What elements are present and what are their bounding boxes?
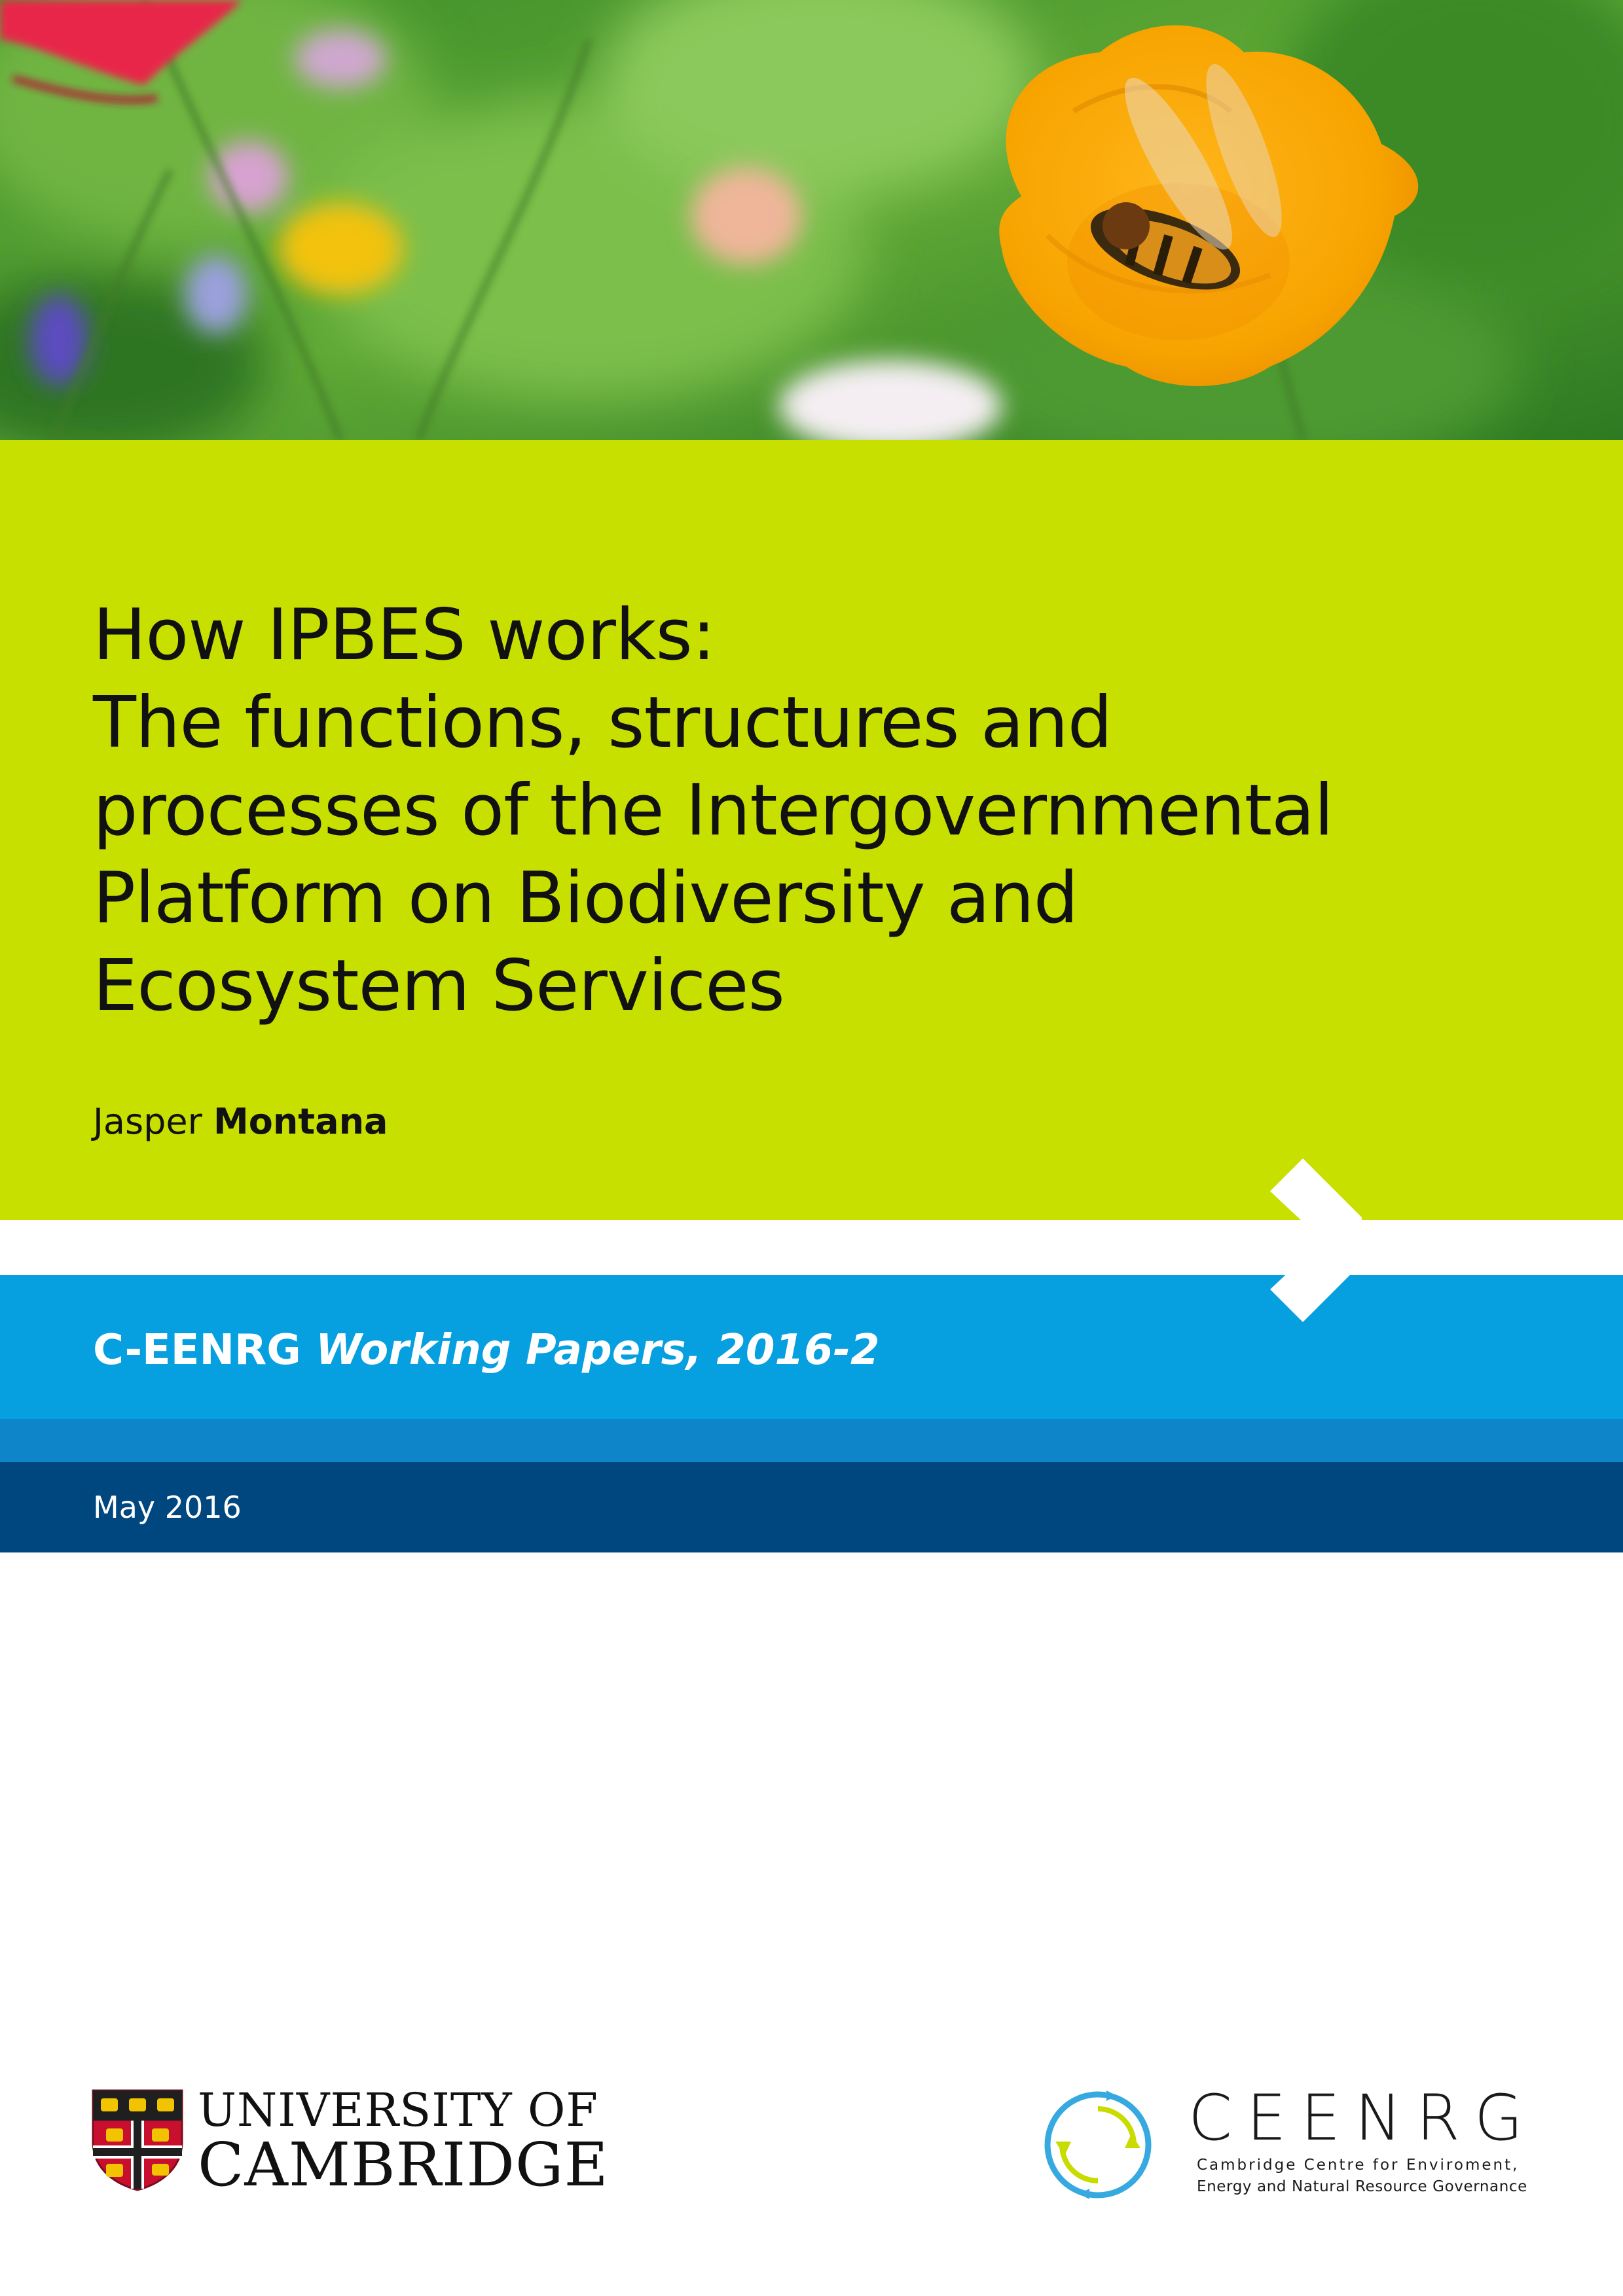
university-of-cambridge-logo: UNIVERSITY OF CAMBRIDGE xyxy=(92,2085,609,2197)
series-name: Working Papers, 2016-2 xyxy=(316,1326,880,1374)
university-name-line2: CAMBRIDGE xyxy=(198,2130,609,2200)
title-band: How IPBES works: The functions, structur… xyxy=(0,440,1623,1220)
university-name-line1: UNIVERSITY OF xyxy=(198,2083,598,2137)
ceenrg-subtitle: Cambridge Centre for Enviroment, Energy … xyxy=(1197,2155,1527,2198)
publication-date: May 2016 xyxy=(93,1490,242,1525)
author-given-name: Jasper xyxy=(93,1101,202,1142)
ceenrg-name: CEENRG xyxy=(1188,2081,1538,2155)
ceenrg-circle-icon xyxy=(1044,2090,1152,2199)
author-surname: Montana xyxy=(213,1101,388,1142)
date-band: May 2016 xyxy=(0,1462,1623,1552)
title-line: Platform on Biodiversity and xyxy=(93,857,1078,939)
report-title: How IPBES works: The functions, structur… xyxy=(93,592,1468,1030)
header-photo xyxy=(0,0,1623,440)
university-name: UNIVERSITY OF CAMBRIDGE xyxy=(198,2085,609,2195)
title-line: The functions, structures and xyxy=(93,682,1112,764)
author-name: Jasper Montana xyxy=(93,1101,388,1142)
cambridge-shield-icon xyxy=(92,2089,183,2191)
title-line: How IPBES works: xyxy=(93,594,716,676)
title-line: Ecosystem Services xyxy=(93,945,785,1027)
report-cover: How IPBES works: The functions, structur… xyxy=(0,0,1623,2296)
mid-band xyxy=(0,1419,1623,1462)
title-line: processes of the Intergovernmental xyxy=(93,770,1334,852)
ceenrg-subtitle-line1: Cambridge Centre for Enviroment, xyxy=(1197,2157,1520,2174)
ceenrg-logo: CEENRG Cambridge Centre for Enviroment, … xyxy=(1041,2081,1539,2206)
chevron-right-icon xyxy=(1270,1158,1362,1322)
series-org: C-EENRG xyxy=(93,1326,301,1374)
ceenrg-subtitle-line2: Energy and Natural Resource Governance xyxy=(1197,2178,1527,2195)
series-label: C-EENRG Working Papers, 2016-2 xyxy=(93,1326,880,1374)
